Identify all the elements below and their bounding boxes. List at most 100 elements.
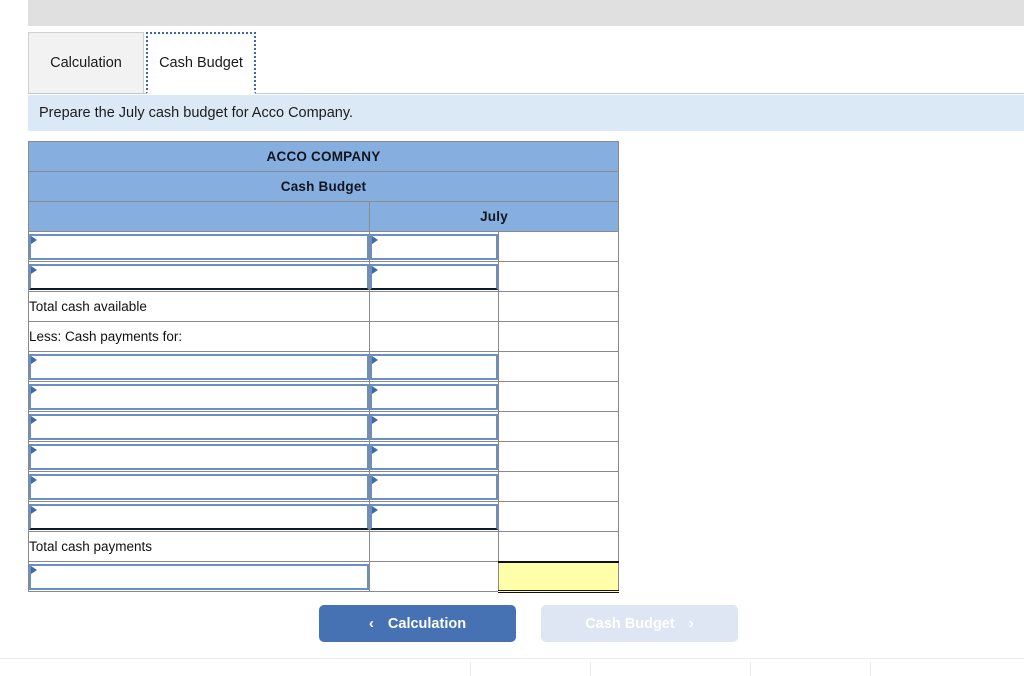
line-item-input-cell[interactable] — [28, 231, 370, 262]
input-box[interactable] — [370, 413, 498, 440]
table-row — [28, 441, 620, 472]
amount-input-cell[interactable] — [369, 231, 499, 262]
input-box[interactable] — [29, 443, 369, 470]
table-row — [28, 381, 620, 412]
input-box[interactable] — [370, 233, 498, 260]
amount-input-cell[interactable] — [369, 471, 499, 502]
input-box[interactable] — [29, 353, 369, 380]
amount-cell — [369, 321, 499, 352]
tab-cash-budget[interactable]: Cash Budget — [146, 32, 256, 94]
table-row — [28, 261, 620, 292]
amount-input[interactable] — [372, 385, 496, 408]
amount-input[interactable] — [372, 475, 496, 498]
line-item-input[interactable] — [31, 355, 367, 378]
amount-input[interactable] — [372, 235, 496, 258]
amount-input-cell[interactable] — [369, 381, 499, 412]
statement-name-header: Cash Budget — [27, 171, 620, 202]
line-item-input-cell[interactable] — [28, 261, 370, 292]
amount-input[interactable] — [372, 355, 496, 378]
line-item-input-cell[interactable] — [28, 381, 370, 412]
table-row: Less: Cash payments for: — [28, 321, 620, 352]
input-box[interactable] — [29, 473, 369, 500]
amount-input-cell[interactable] — [369, 351, 499, 382]
tab-cash-budget-label: Cash Budget — [159, 55, 243, 71]
line-item-input-cell[interactable] — [28, 561, 370, 592]
amount-input-cell[interactable] — [369, 411, 499, 442]
amount-cell — [497, 471, 620, 502]
table-row — [28, 411, 620, 442]
highlighted-result-cell — [497, 560, 620, 593]
line-item-input-cell[interactable] — [28, 441, 370, 472]
amount-cell — [369, 291, 499, 322]
amount-input[interactable] — [372, 265, 496, 288]
line-item-input-cell[interactable] — [28, 351, 370, 382]
amount-cell — [497, 351, 620, 382]
instruction-banner: Prepare the July cash budget for Acco Co… — [28, 95, 1024, 131]
period-column-header: July — [368, 201, 620, 232]
company-name-header: ACCO COMPANY — [27, 141, 620, 172]
amount-input-cell[interactable] — [369, 501, 499, 532]
next-page-button: Cash Budget › — [541, 605, 738, 642]
worksheet-page: Calculation Cash Budget Prepare the July… — [0, 0, 1024, 676]
bottom-tick — [470, 662, 471, 676]
line-item-input-cell[interactable] — [28, 501, 370, 532]
line-item-input[interactable] — [31, 475, 367, 498]
input-box[interactable] — [370, 503, 498, 530]
input-box[interactable] — [370, 263, 498, 290]
navigation-buttons: ‹ Calculation Cash Budget › — [319, 605, 739, 642]
tab-calculation[interactable]: Calculation — [28, 32, 144, 94]
input-box[interactable] — [370, 473, 498, 500]
amount-cell — [497, 441, 620, 472]
blank-column-header — [28, 201, 370, 232]
line-item-input-cell[interactable] — [28, 471, 370, 502]
input-box[interactable] — [29, 233, 369, 260]
input-box[interactable] — [370, 443, 498, 470]
amount-input[interactable] — [372, 415, 496, 438]
amount-cell — [497, 261, 620, 292]
amount-input[interactable] — [372, 445, 496, 468]
line-item-label: Total cash payments — [28, 531, 370, 562]
input-box[interactable] — [29, 503, 369, 530]
amount-input-cell[interactable] — [369, 261, 499, 292]
table-row: Total cash available — [28, 291, 620, 322]
input-box[interactable] — [29, 383, 369, 410]
line-item-input[interactable] — [31, 265, 367, 288]
amount-cell — [497, 321, 620, 352]
input-box[interactable] — [370, 383, 498, 410]
tab-calculation-label: Calculation — [50, 55, 122, 71]
instruction-text: Prepare the July cash budget for Acco Co… — [39, 105, 354, 121]
cash-budget-table: ACCO COMPANY Cash Budget July Total cash… — [27, 141, 620, 593]
amount-input[interactable] — [372, 505, 496, 528]
table-row — [28, 351, 620, 382]
line-item-label: Total cash available — [28, 291, 370, 322]
table-row — [28, 231, 620, 262]
line-item-input[interactable] — [31, 445, 367, 468]
table-row-statement-header: Cash Budget — [27, 171, 620, 202]
amount-cell — [497, 501, 620, 532]
input-box[interactable] — [29, 413, 369, 440]
input-box[interactable] — [29, 563, 369, 590]
line-item-input[interactable] — [31, 415, 367, 438]
previous-page-button[interactable]: ‹ Calculation — [319, 605, 516, 642]
previous-page-label: Calculation — [387, 615, 467, 632]
amount-cell — [497, 291, 620, 322]
amount-cell — [497, 381, 620, 412]
input-box[interactable] — [370, 353, 498, 380]
tab-strip: Calculation Cash Budget — [28, 32, 1024, 94]
amount-cell — [497, 531, 620, 562]
table-row-column-header: July — [28, 201, 620, 232]
amount-cell — [369, 531, 499, 562]
table-row — [28, 560, 620, 593]
line-item-input[interactable] — [31, 385, 367, 408]
bottom-tick — [590, 662, 591, 676]
amount-input-cell[interactable] — [369, 441, 499, 472]
amount-cell — [497, 231, 620, 262]
input-box[interactable] — [29, 263, 369, 290]
table-row — [28, 471, 620, 502]
line-item-input[interactable] — [31, 235, 367, 258]
line-item-input-cell[interactable] — [28, 411, 370, 442]
line-item-input[interactable] — [31, 565, 367, 588]
amount-cell — [369, 561, 499, 592]
bottom-tick — [870, 662, 871, 676]
line-item-input[interactable] — [31, 505, 367, 528]
